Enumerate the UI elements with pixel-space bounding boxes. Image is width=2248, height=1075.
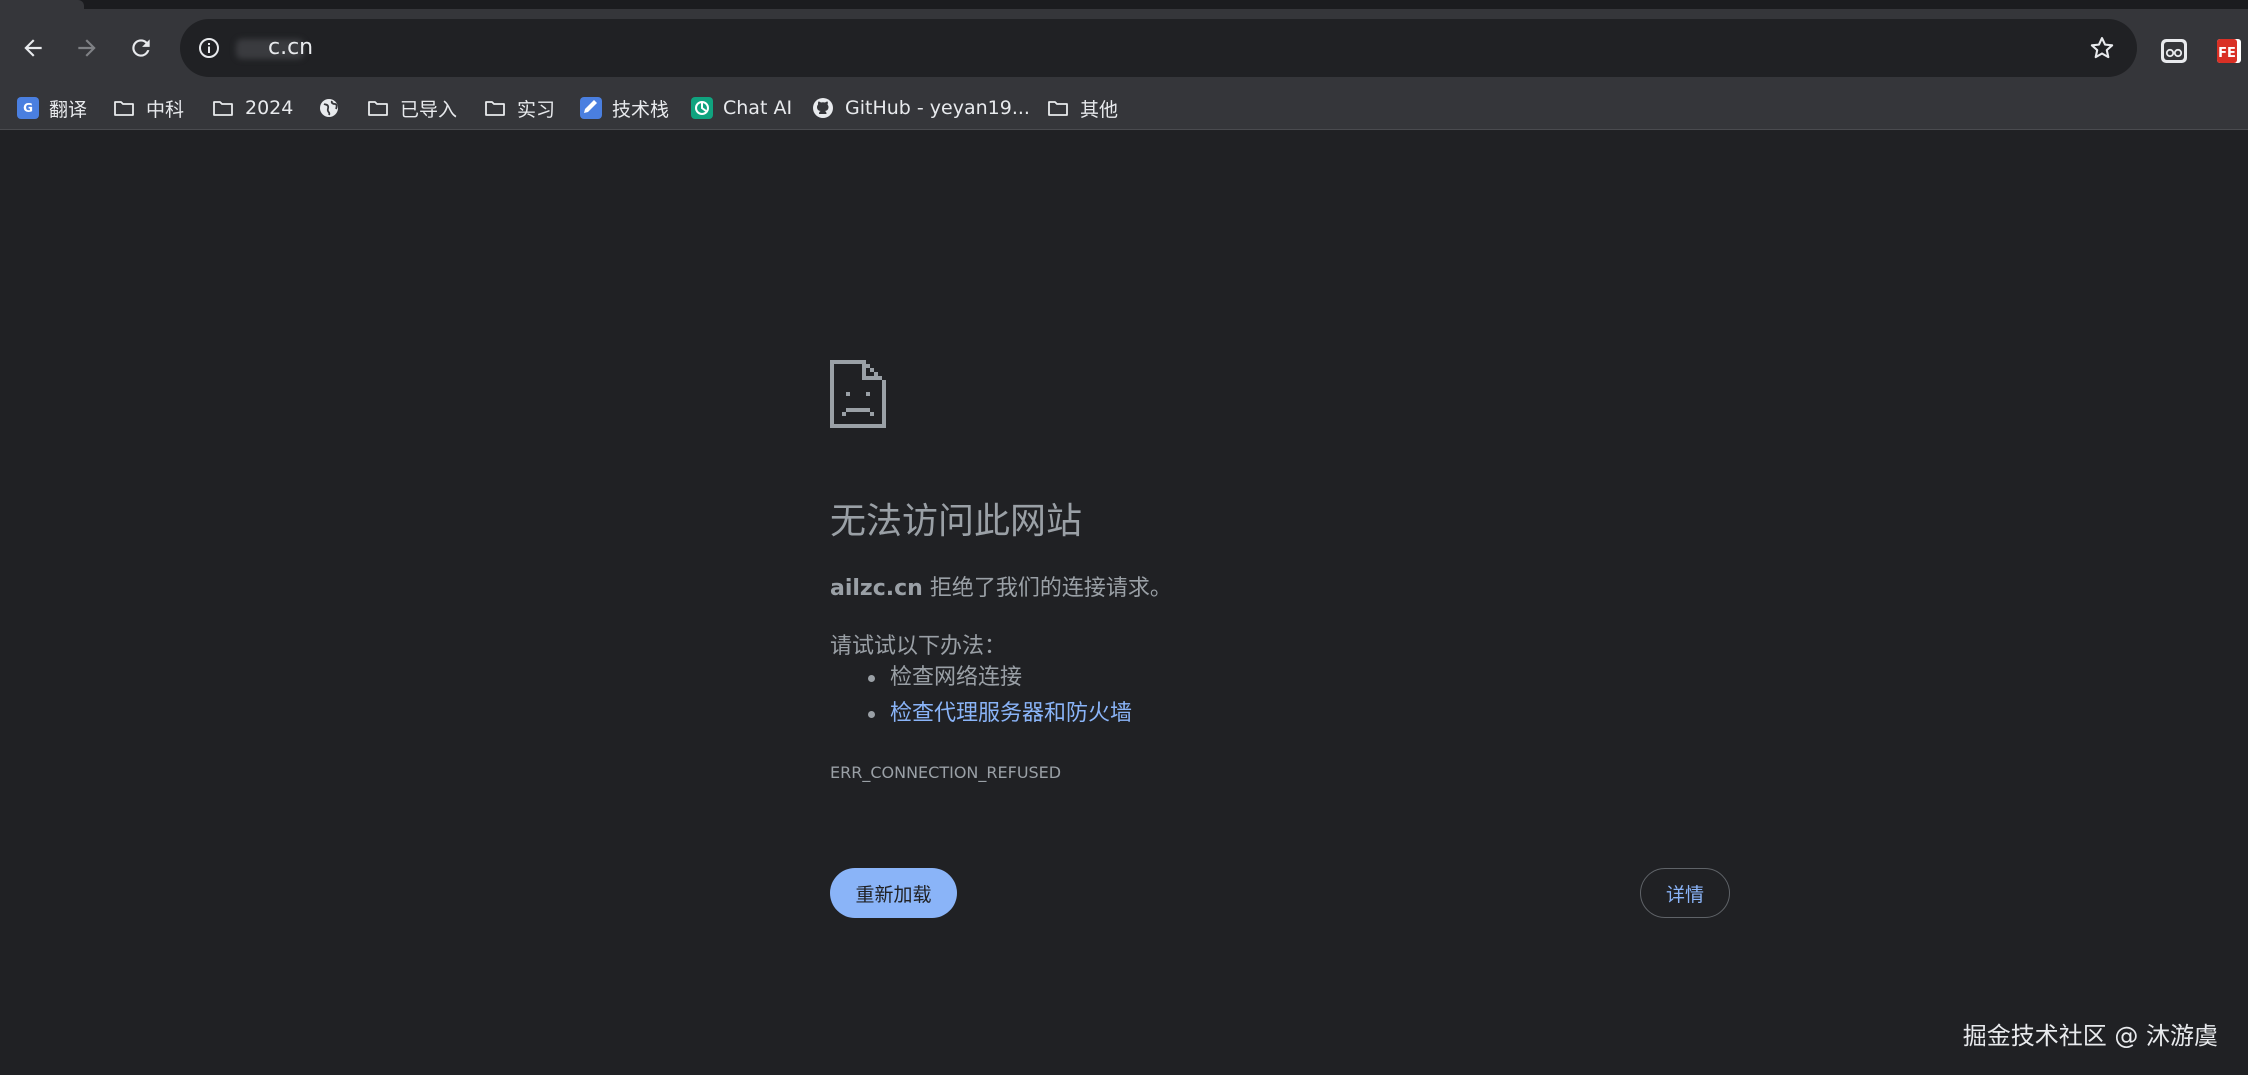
folder-icon (213, 101, 233, 116)
bookmark-globe[interactable] (317, 87, 351, 129)
github-icon (813, 98, 833, 118)
reload-button[interactable]: 重新加载 (830, 868, 957, 918)
bookmark-folder-internship[interactable]: 实习 (483, 87, 555, 129)
chatgpt-icon (691, 97, 713, 119)
bookmark-folder-zhongke[interactable]: 中科 (112, 87, 184, 129)
bookmark-chat-ai[interactable]: Chat AI (691, 87, 792, 129)
bookmark-label: 翻译 (49, 98, 88, 121)
bookmark-tech-stack[interactable]: 技术栈 (580, 87, 669, 129)
error-title: 无法访问此网站 (830, 501, 1083, 542)
bookmark-github[interactable]: GitHub - yeyan19... (811, 87, 1030, 129)
suggestions-list: 检查网络连接 检查代理服务器和防火墙 (830, 660, 1132, 732)
bookmark-folder-2024[interactable]: 2024 (211, 87, 293, 129)
folder-icon (114, 101, 134, 116)
details-button[interactable]: 详情 (1640, 868, 1730, 918)
error-description: ailzc.cn 拒绝了我们的连接请求。 (830, 570, 1172, 602)
active-tab[interactable] (0, 0, 84, 9)
suggestions-heading: 请试试以下办法： (830, 634, 1007, 659)
reload-toolbar-button[interactable] (121, 28, 161, 68)
tab-strip (0, 0, 2248, 9)
browser-toolbar: c.cn FE (0, 9, 2248, 87)
bookmark-label: Chat AI (723, 97, 793, 119)
error-description-text: 拒绝了我们的连接请求。 (922, 576, 1172, 601)
star-icon[interactable] (2085, 31, 2119, 65)
folder-icon (368, 101, 388, 116)
check-proxy-link[interactable]: 检查代理服务器和防火墙 (890, 701, 1132, 726)
suggestion-check-network: 检查网络连接 (830, 660, 1132, 696)
folder-icon (1048, 101, 1068, 116)
bookmark-label: GitHub - yeyan19... (845, 97, 1030, 119)
bookmark-folder-other[interactable]: 其他 (1046, 87, 1118, 129)
back-button[interactable] (13, 28, 53, 68)
bookmark-label: 中科 (146, 98, 185, 121)
bookmark-label: 其他 (1080, 98, 1119, 121)
bookmarks-bar: G 翻译 中科 2024 已导入 实习 技术栈 Chat AI GitHub -… (0, 87, 2248, 130)
arrow-right-icon (78, 39, 96, 57)
arrow-left-icon (24, 39, 42, 57)
fe-icon[interactable]: FE (2214, 36, 2244, 66)
bookmark-label: 技术栈 (612, 98, 670, 121)
google-translate-icon: G (17, 97, 39, 119)
folder-icon (485, 101, 505, 116)
pencil-icon (580, 97, 602, 119)
suggestion-check-proxy[interactable]: 检查代理服务器和防火墙 (830, 696, 1132, 732)
info-icon[interactable] (194, 33, 224, 63)
suggestion-text: 检查网络连接 (890, 665, 1023, 690)
globe-icon (320, 99, 338, 117)
glasses-icon[interactable] (2159, 36, 2189, 66)
bookmark-label: 已导入 (400, 98, 458, 121)
sad-page-icon (830, 360, 886, 428)
error-host: ailzc.cn (830, 576, 923, 601)
refresh-icon (132, 39, 150, 57)
forward-button[interactable] (67, 28, 107, 68)
address-bar[interactable]: c.cn (180, 19, 2137, 77)
svg-text:FE: FE (2218, 46, 2236, 61)
watermark: 掘金技术社区 @ 沐游虞 (1962, 1022, 2218, 1050)
bookmark-label: 2024 (245, 97, 294, 119)
bookmark-translate[interactable]: G 翻译 (17, 87, 87, 129)
bookmark-folder-imported[interactable]: 已导入 (366, 87, 457, 129)
error-code: ERR_CONNECTION_REFUSED (830, 763, 1062, 782)
bookmark-label: 实习 (517, 98, 556, 121)
url-text[interactable]: c.cn (268, 34, 313, 62)
